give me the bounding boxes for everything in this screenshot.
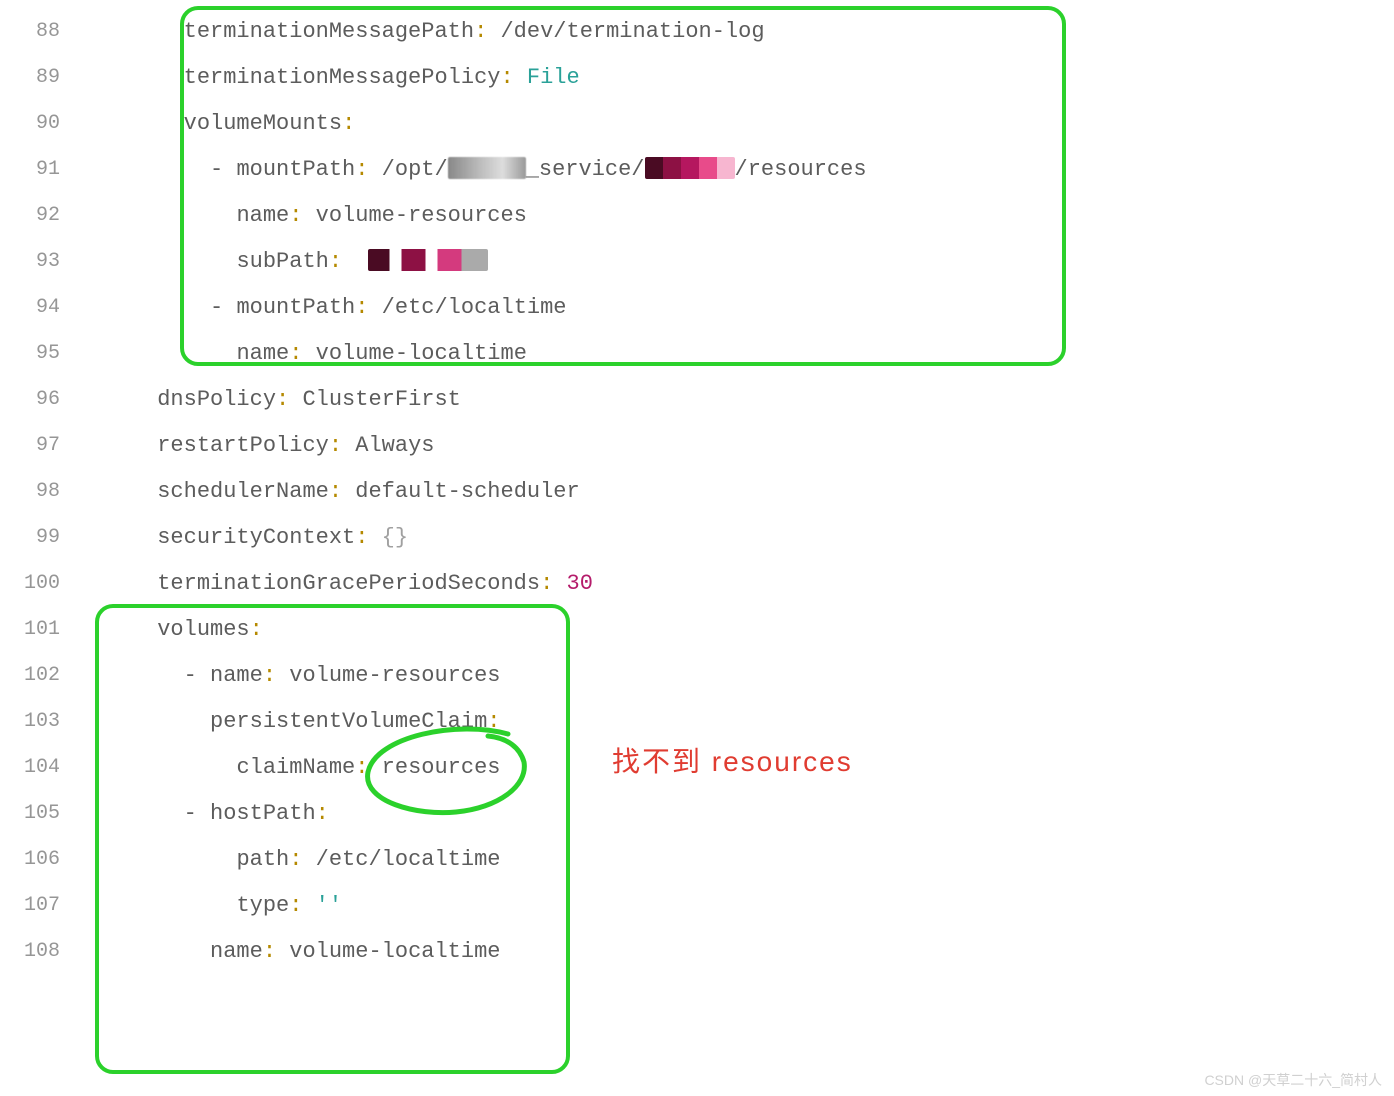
line-number: 92 <box>0 204 78 227</box>
line-number: 89 <box>0 66 78 89</box>
line-number: 108 <box>0 940 78 963</box>
line-number: 103 <box>0 710 78 733</box>
watermark: CSDN @天草二十六_简村人 <box>1204 1070 1382 1090</box>
code-line: 102 - name: volume-resources <box>0 652 1394 698</box>
code-content: restartPolicy: Always <box>78 433 434 458</box>
line-number: 107 <box>0 894 78 917</box>
line-number: 105 <box>0 802 78 825</box>
code-content: name: volume-resources <box>78 203 527 228</box>
code-line: 91 - mountPath: /opt/_service//resources <box>0 146 1394 192</box>
code-content: - mountPath: /opt/_service//resources <box>78 157 867 182</box>
line-number: 94 <box>0 296 78 319</box>
code-line: 108 name: volume-localtime <box>0 928 1394 974</box>
code-line: 99 securityContext: {} <box>0 514 1394 560</box>
line-number: 90 <box>0 112 78 135</box>
code-line: 88 terminationMessagePath: /dev/terminat… <box>0 8 1394 54</box>
line-number: 101 <box>0 618 78 641</box>
line-number: 91 <box>0 158 78 181</box>
line-number: 97 <box>0 434 78 457</box>
code-line: 93 subPath: <box>0 238 1394 284</box>
code-content: path: /etc/localtime <box>78 847 501 872</box>
code-content: subPath: <box>78 249 488 274</box>
code-content: volumeMounts: <box>78 111 368 136</box>
redacted <box>368 249 488 271</box>
code-content: volumes: <box>78 617 276 642</box>
code-content: name: volume-localtime <box>78 939 500 964</box>
line-number: 102 <box>0 664 78 687</box>
code-line: 95 name: volume-localtime <box>0 330 1394 376</box>
code-content: dnsPolicy: ClusterFirst <box>78 387 461 412</box>
code-editor: 88 terminationMessagePath: /dev/terminat… <box>0 0 1394 974</box>
code-content: terminationGracePeriodSeconds: 30 <box>78 571 593 596</box>
code-line: 100 terminationGracePeriodSeconds: 30 <box>0 560 1394 606</box>
line-number: 106 <box>0 848 78 871</box>
line-number: 96 <box>0 388 78 411</box>
annotation-text: 找不到 resources <box>612 740 853 780</box>
redacted <box>645 157 735 179</box>
code-line: 101 volumes: <box>0 606 1394 652</box>
code-line: 106 path: /etc/localtime <box>0 836 1394 882</box>
code-line: 90 volumeMounts: <box>0 100 1394 146</box>
code-line: 103 persistentVolumeClaim: <box>0 698 1394 744</box>
code-content: - hostPath: <box>78 801 342 826</box>
code-content: terminationMessagePath: /dev/termination… <box>78 19 765 44</box>
code-line: 97 restartPolicy: Always <box>0 422 1394 468</box>
code-line: 96 dnsPolicy: ClusterFirst <box>0 376 1394 422</box>
line-number: 99 <box>0 526 78 549</box>
line-number: 104 <box>0 756 78 779</box>
code-line: 107 type: '' <box>0 882 1394 928</box>
code-content: name: volume-localtime <box>78 341 527 366</box>
code-content: schedulerName: default-scheduler <box>78 479 580 504</box>
code-line: 92 name: volume-resources <box>0 192 1394 238</box>
code-line: 98 schedulerName: default-scheduler <box>0 468 1394 514</box>
code-line: 105 - hostPath: <box>0 790 1394 836</box>
line-number: 98 <box>0 480 78 503</box>
code-content: claimName: resources <box>78 755 501 780</box>
code-content: persistentVolumeClaim: <box>78 709 514 734</box>
line-number: 100 <box>0 572 78 595</box>
code-content: securityContext: {} <box>78 525 408 550</box>
redacted <box>448 157 526 179</box>
code-content: - mountPath: /etc/localtime <box>78 295 567 320</box>
code-content: type: '' <box>78 893 342 918</box>
line-number: 95 <box>0 342 78 365</box>
code-content: terminationMessagePolicy: File <box>78 65 580 90</box>
code-line: 89 terminationMessagePolicy: File <box>0 54 1394 100</box>
code-content: - name: volume-resources <box>78 663 500 688</box>
line-number: 93 <box>0 250 78 273</box>
line-number: 88 <box>0 20 78 43</box>
code-line: 94 - mountPath: /etc/localtime <box>0 284 1394 330</box>
